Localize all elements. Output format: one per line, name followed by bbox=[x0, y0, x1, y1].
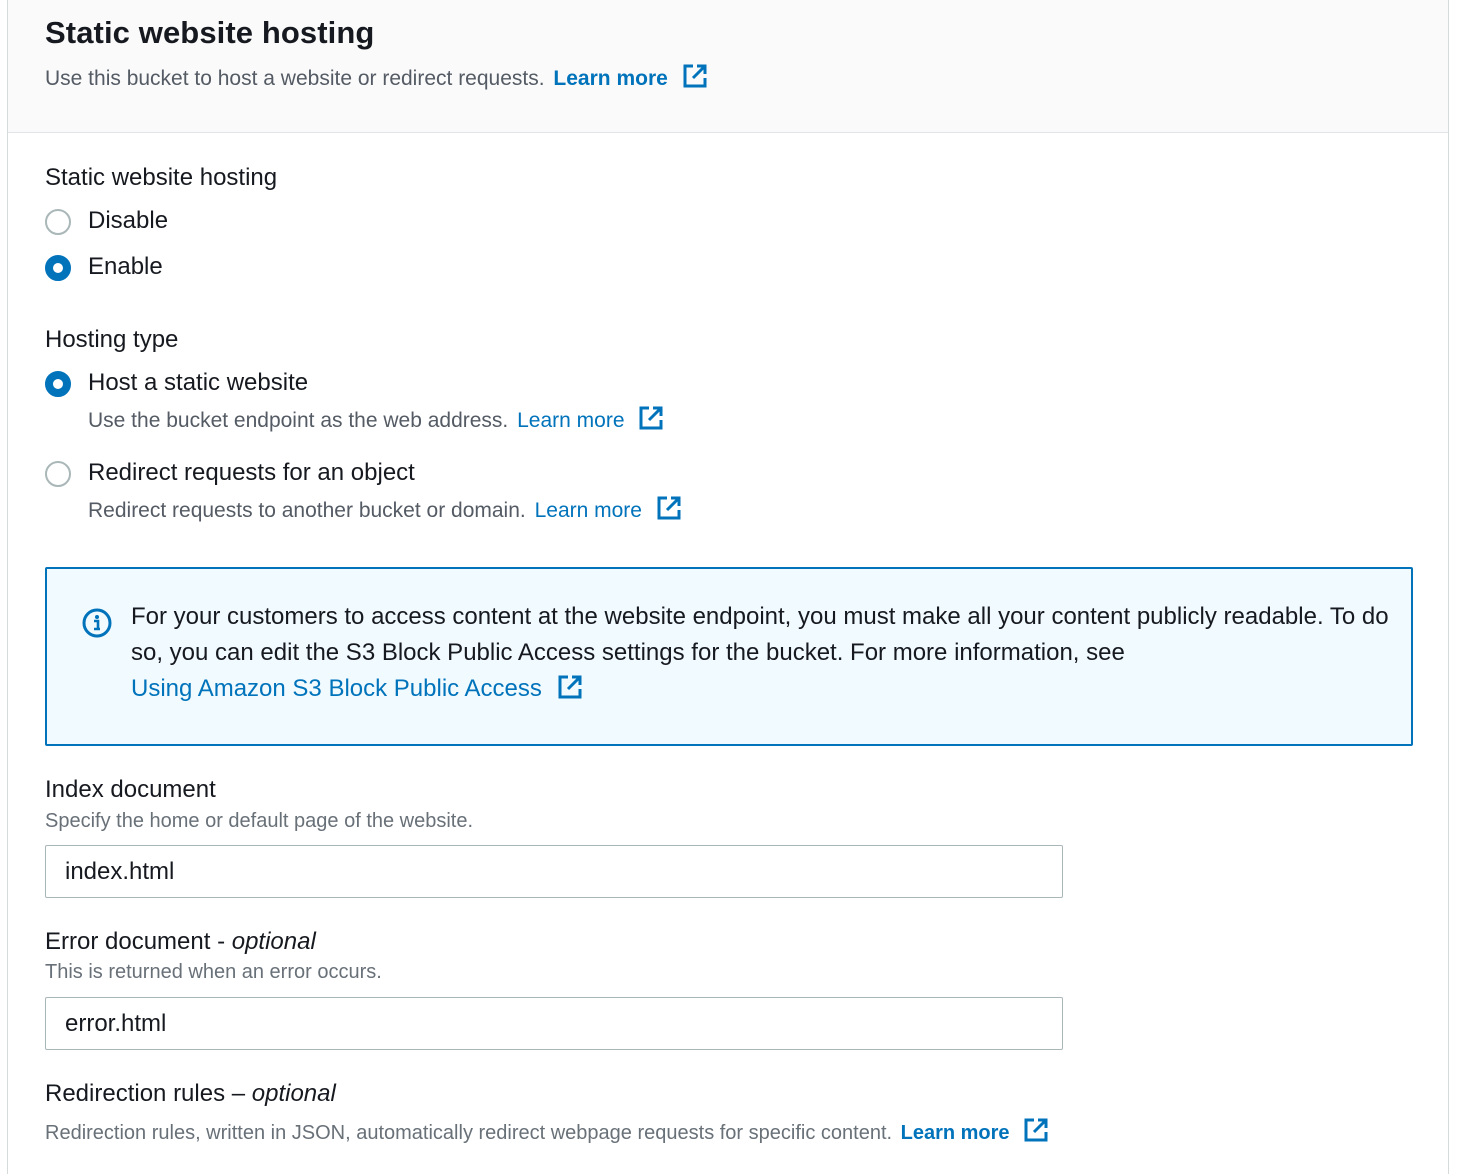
host-static-website-radio[interactable] bbox=[45, 371, 71, 397]
info-alert: For your customers to access content at … bbox=[45, 567, 1413, 746]
external-link-icon bbox=[639, 406, 663, 430]
redirection-rules-optional: optional bbox=[251, 1080, 336, 1107]
redirection-rules-label: Redirection rules – optional bbox=[45, 1080, 336, 1108]
redirect-requests-description: Redirect requests to another bucket or d… bbox=[88, 495, 682, 523]
host-static-website-description: Use the bucket endpoint as the web addre… bbox=[88, 405, 664, 433]
block-public-access-link[interactable]: Using Amazon S3 Block Public Access bbox=[131, 675, 583, 702]
error-document-label: Error document - optional bbox=[45, 928, 316, 956]
enable-radio-label[interactable]: Enable bbox=[88, 253, 163, 281]
external-link-icon bbox=[683, 64, 707, 88]
info-alert-text: For your customers to access content at … bbox=[131, 599, 1401, 707]
header-description: Use this bucket to host a website or red… bbox=[45, 63, 708, 91]
error-document-optional: optional bbox=[231, 928, 316, 955]
disable-radio-label[interactable]: Disable bbox=[88, 207, 168, 235]
host-static-learn-more-label: Learn more bbox=[517, 409, 625, 432]
redirection-rules-description-text: Redirection rules, written in JSON, auto… bbox=[45, 1122, 893, 1144]
static-website-hosting-panel: Static website hosting Use this bucket t… bbox=[7, 0, 1449, 1174]
host-static-learn-more-link[interactable]: Learn more bbox=[517, 406, 664, 432]
redirect-learn-more-label: Learn more bbox=[534, 499, 642, 522]
info-icon bbox=[82, 608, 112, 638]
header-description-text: Use this bucket to host a website or red… bbox=[45, 67, 545, 90]
header-learn-more-label: Learn more bbox=[553, 67, 668, 90]
index-document-description: Specify the home or default page of the … bbox=[45, 810, 474, 832]
error-document-description: This is returned when an error occurs. bbox=[45, 961, 382, 983]
redirection-rules-description: Redirection rules, written in JSON, auto… bbox=[45, 1117, 1049, 1145]
external-link-icon bbox=[1024, 1118, 1048, 1142]
index-document-label: Index document bbox=[45, 776, 216, 803]
redirection-learn-more-label: Learn more bbox=[900, 1122, 1010, 1144]
info-alert-message: For your customers to access content at … bbox=[131, 603, 1389, 666]
external-link-icon bbox=[558, 675, 582, 699]
panel-header: Static website hosting Use this bucket t… bbox=[8, 0, 1448, 133]
redirect-requests-description-text: Redirect requests to another bucket or d… bbox=[88, 499, 526, 522]
redirect-requests-label[interactable]: Redirect requests for an object bbox=[88, 459, 415, 487]
redirect-requests-radio[interactable] bbox=[45, 461, 71, 487]
redirect-learn-more-link[interactable]: Learn more bbox=[534, 496, 682, 522]
hosting-type-label: Hosting type bbox=[45, 326, 179, 353]
enable-radio[interactable] bbox=[45, 255, 71, 281]
block-public-access-link-label: Using Amazon S3 Block Public Access bbox=[131, 675, 542, 702]
page-title: Static website hosting bbox=[45, 15, 375, 50]
disable-radio[interactable] bbox=[45, 209, 71, 235]
redirection-rules-label-text: Redirection rules – bbox=[45, 1080, 252, 1107]
external-link-icon bbox=[657, 496, 681, 520]
index-document-input[interactable] bbox=[45, 845, 1063, 898]
header-learn-more-link[interactable]: Learn more bbox=[553, 64, 707, 90]
host-static-website-description-text: Use the bucket endpoint as the web addre… bbox=[88, 409, 509, 432]
error-document-input[interactable] bbox=[45, 997, 1063, 1050]
host-static-website-label[interactable]: Host a static website bbox=[88, 369, 308, 397]
error-document-label-text: Error document - bbox=[45, 928, 232, 955]
hosting-toggle-label: Static website hosting bbox=[45, 164, 278, 191]
redirection-learn-more-link[interactable]: Learn more bbox=[900, 1118, 1050, 1144]
